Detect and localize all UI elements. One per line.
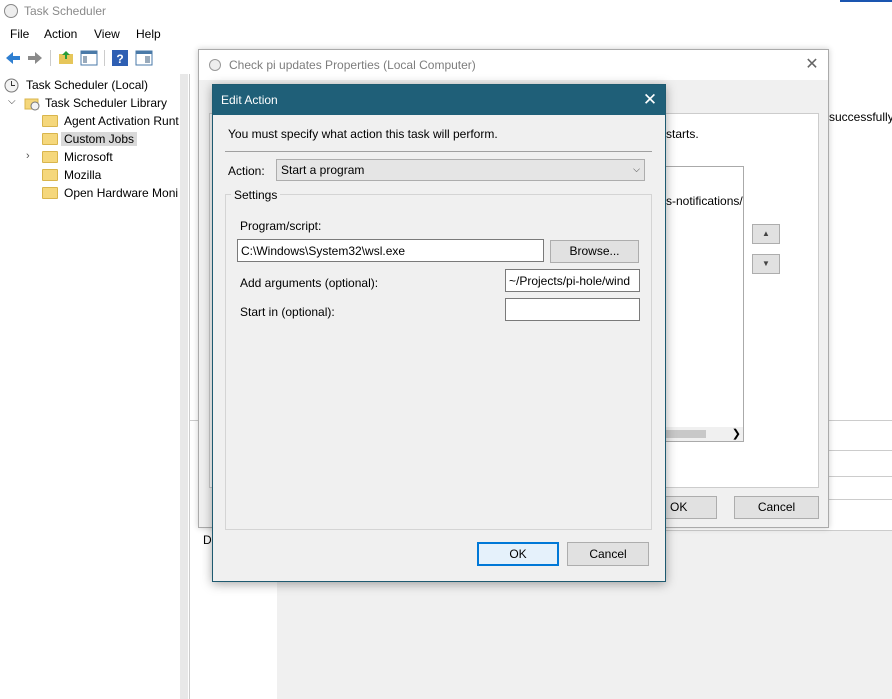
clock-icon [4, 4, 18, 18]
forward-icon[interactable] [26, 49, 44, 67]
library-folder-icon [24, 98, 40, 111]
accent-line [840, 0, 892, 2]
divider [829, 450, 892, 451]
app-title: Task Scheduler [24, 4, 107, 18]
tree-item-agent-activation[interactable]: Agent Activation Runt [42, 112, 180, 130]
menu-view[interactable]: View [94, 27, 120, 41]
menu-bar: File Action View Help [0, 24, 892, 44]
browse-button[interactable]: Browse... [550, 240, 639, 263]
cancel-button[interactable]: Cancel [567, 542, 649, 566]
dialog-title: Edit Action [221, 93, 278, 107]
start-in-label: Start in (optional): [240, 305, 335, 319]
tree-item-label: Mozilla [64, 168, 102, 182]
back-icon[interactable] [4, 49, 22, 67]
navigation-tree: Task Scheduler (Local) ⌵ Task Scheduler … [0, 74, 182, 699]
arguments-label: Add arguments (optional): [240, 276, 379, 290]
instruction-text: You must specify what action this task w… [228, 127, 498, 141]
menu-help[interactable]: Help [136, 27, 161, 41]
toolbar-separator [50, 50, 51, 66]
edit-action-dialog: Edit Action ✕ You must specify what acti… [212, 84, 666, 582]
close-icon[interactable]: ✕ [639, 89, 661, 111]
folder-icon [42, 187, 58, 199]
folder-icon [42, 133, 58, 145]
tree-item-label: Task Scheduler Library [45, 96, 168, 110]
tree-item-microsoft[interactable]: › Microsoft [26, 148, 180, 166]
action-label: Action: [228, 164, 265, 178]
tree-item-task-scheduler-local[interactable]: Task Scheduler (Local) [4, 76, 180, 94]
tree-item-mozilla[interactable]: Mozilla [42, 166, 180, 184]
show-hide-tree-icon[interactable] [80, 49, 98, 67]
properties-text-fragment: starts. [666, 127, 699, 141]
settings-group-label: Settings [231, 188, 281, 202]
tree-item-label: Task Scheduler (Local) [26, 78, 149, 92]
tree-item-label: Custom Jobs [61, 132, 138, 146]
help-icon[interactable]: ? [111, 49, 129, 67]
action-dropdown-value: Start a program [281, 163, 365, 177]
action-dropdown[interactable]: Start a program ⌵ [276, 159, 645, 181]
move-up-button[interactable]: ▲ [752, 224, 780, 244]
move-down-button[interactable]: ▼ [752, 254, 780, 274]
tree-scrollbar[interactable] [180, 74, 188, 699]
status-text-fragment: successfully [829, 110, 892, 124]
chevron-right-icon[interactable]: › [26, 150, 30, 162]
chevron-down-icon: ⌵ [633, 164, 640, 174]
start-in-input[interactable] [505, 298, 640, 321]
program-script-input[interactable] [237, 239, 544, 262]
divider [225, 151, 652, 152]
divider [829, 420, 892, 421]
scroll-thumb[interactable] [666, 430, 706, 438]
menu-action[interactable]: Action [44, 27, 77, 41]
folder-icon [42, 169, 58, 181]
svg-text:?: ? [116, 52, 123, 66]
list-horizontal-scrollbar[interactable]: ❯ [666, 427, 743, 441]
toolbar-separator [104, 50, 105, 66]
arguments-input[interactable] [505, 269, 640, 292]
tree-item-task-scheduler-library[interactable]: ⌵ Task Scheduler Library [8, 94, 180, 112]
main-title-bar: Task Scheduler [0, 0, 892, 22]
clock-icon [4, 78, 19, 93]
tree-item-label: Agent Activation Runt [64, 114, 179, 128]
clock-icon [209, 59, 221, 71]
properties-ok-button[interactable]: OK [665, 496, 717, 519]
properties-title: Check pi updates Properties (Local Compu… [229, 58, 476, 72]
tree-item-label: Open Hardware Moni [64, 186, 179, 200]
ok-button[interactable]: OK [477, 542, 559, 566]
actions-list[interactable]: s-notifications/ ❯ [665, 166, 744, 442]
divider [829, 476, 892, 477]
folder-icon [42, 151, 58, 163]
up-folder-icon[interactable] [57, 49, 75, 67]
program-script-label: Program/script: [240, 219, 322, 233]
divider [829, 499, 892, 500]
chevron-down-icon[interactable]: ⌵ [8, 96, 16, 107]
properties-cancel-button[interactable]: Cancel [734, 496, 819, 519]
list-item[interactable]: s-notifications/ [666, 194, 744, 208]
history-pane-fragment: successfully [829, 108, 892, 528]
tree-item-label: Microsoft [64, 150, 113, 164]
pane-label-fragment: D [203, 533, 212, 547]
menu-file[interactable]: File [10, 27, 29, 41]
show-action-pane-icon[interactable] [135, 49, 153, 67]
folder-icon [42, 115, 58, 127]
properties-title-bar: Check pi updates Properties (Local Compu… [199, 50, 828, 80]
tree-item-open-hardware-monitor[interactable]: Open Hardware Moni [42, 184, 180, 202]
edit-action-title-bar: Edit Action ✕ [213, 85, 665, 115]
close-icon[interactable]: ✕ [802, 55, 822, 75]
tree-item-custom-jobs[interactable]: Custom Jobs [42, 130, 180, 148]
chevron-right-icon[interactable]: ❯ [732, 427, 741, 440]
